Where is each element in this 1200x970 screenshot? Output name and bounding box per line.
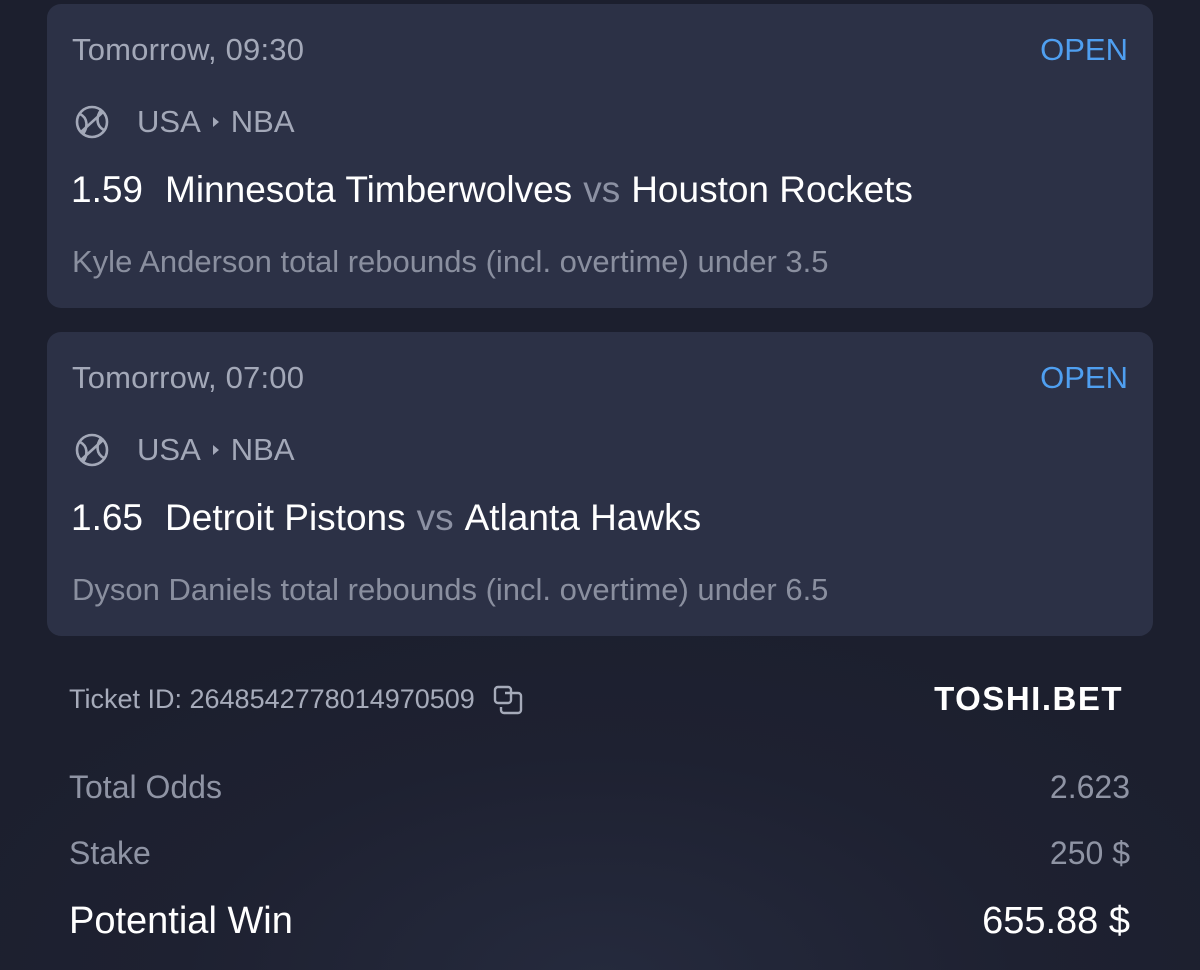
competition-label: NBA: [230, 104, 295, 139]
country-label: USA: [137, 104, 201, 139]
away-team: Houston Rockets: [631, 169, 913, 210]
selection-odds: 1.59: [71, 169, 144, 210]
market-description: Dyson Daniels total rebounds (incl. over…: [72, 572, 829, 607]
caret-right-icon: [212, 445, 219, 455]
match-line: 1.59 Minnesota Timberwolves vs Houston Rock…: [71, 169, 913, 211]
versus-label: vs: [583, 169, 621, 210]
home-team: Detroit Pistons: [165, 497, 406, 538]
match-line: 1.65 Detroit Pistons vs Atlanta Hawks: [71, 497, 701, 539]
league-breadcrumb: USA NBA: [75, 102, 295, 142]
stake-value: 250 $: [1049, 835, 1130, 871]
country-label: USA: [137, 432, 201, 467]
total-odds-value: 2.623: [1049, 769, 1130, 805]
versus-label: vs: [416, 497, 454, 538]
away-team: Atlanta Hawks: [464, 497, 702, 538]
basketball-icon: [75, 105, 109, 139]
bet-status: OPEN: [1040, 32, 1128, 67]
league-breadcrumb: USA NBA: [75, 430, 295, 470]
home-team: Minnesota Timberwolves: [165, 169, 573, 210]
potential-win-value: 655.88 $: [982, 900, 1130, 942]
event-time: Tomorrow, 07:00: [72, 360, 305, 395]
ticket-id-row: Ticket ID: 2648542778014970509: [69, 684, 523, 715]
basketball-icon: [75, 433, 109, 467]
copy-icon[interactable]: [493, 685, 523, 715]
bet-card[interactable]: Tomorrow, 07:00 OPEN USA NBA 1.65 Detroit…: [47, 332, 1153, 636]
caret-right-icon: [212, 117, 219, 127]
bet-card[interactable]: Tomorrow, 09:30 OPEN USA NBA 1.59 Minneso…: [47, 4, 1153, 308]
selection-odds: 1.65: [71, 497, 144, 538]
brand-logo: TOSHI.BET: [934, 680, 1123, 717]
market-description: Kyle Anderson total rebounds (incl. over…: [72, 244, 829, 279]
total-odds-label: Total Odds: [69, 769, 222, 805]
event-time: Tomorrow, 09:30: [72, 32, 305, 67]
competition-label: NBA: [230, 432, 295, 467]
bet-status: OPEN: [1040, 360, 1128, 395]
ticket-id-text: Ticket ID: 2648542778014970509: [69, 684, 475, 714]
bet-ticket: Tomorrow, 09:30 OPEN USA NBA 1.59 Minneso…: [0, 0, 1200, 970]
stake-label: Stake: [69, 835, 151, 871]
potential-win-label: Potential Win: [69, 900, 293, 942]
